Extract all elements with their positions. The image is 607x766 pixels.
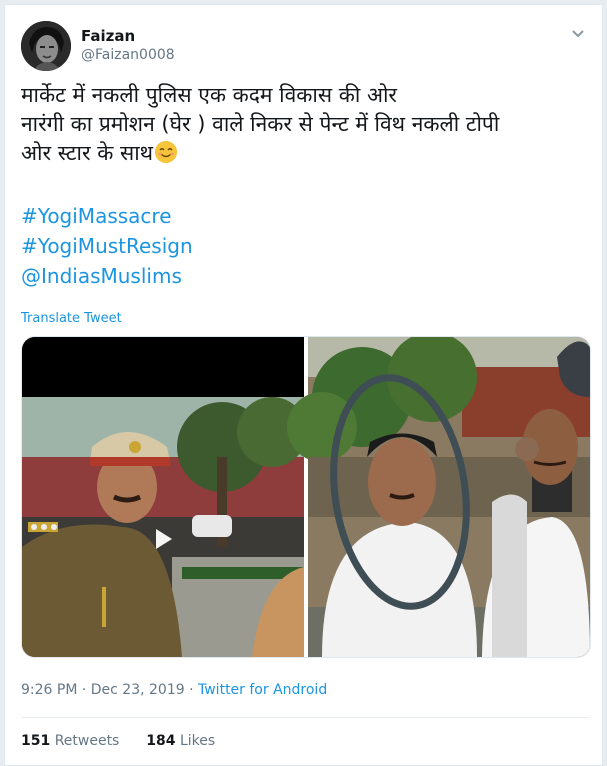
author-handle[interactable]: @Faizan0008 — [81, 47, 175, 63]
retweets-count: 151 — [21, 733, 51, 749]
tweet-line: मार्केट में नकली पुलिस एक कदम विकास की ओ… — [21, 83, 398, 107]
hashtag-link[interactable]: #YogiMassacre — [21, 201, 193, 231]
tweet-line: नारंगी का प्रमोशन (घेर ) वाले निकर से पे… — [21, 112, 500, 136]
retweets-label: Retweets — [54, 733, 120, 749]
hashtags: #YogiMassacre #YogiMustResign @IndiasMus… — [21, 201, 193, 291]
tweet-text: मार्केट में नकली पुलिस एक कदम विकास की ओ… — [21, 81, 591, 168]
media-images — [22, 337, 590, 657]
tweet-media[interactable] — [21, 336, 591, 658]
likes-count: 184 — [146, 733, 176, 749]
retweets-stat[interactable]: 151 Retweets — [21, 733, 119, 749]
tweet-line: ओर स्टार के साथ — [21, 139, 591, 168]
likes-stat[interactable]: 184 Likes — [146, 733, 215, 749]
hashtag-link[interactable]: #YogiMustResign — [21, 231, 193, 261]
tweet-meta: 9:26 PM · Dec 23, 2019 · Twitter for And… — [21, 682, 327, 698]
smiling-face-emoji-icon — [155, 141, 178, 163]
mention-link[interactable]: @IndiasMuslims — [21, 261, 193, 291]
tweet-stats: 151 Retweets 184 Likes — [21, 733, 215, 749]
translate-tweet-link[interactable]: Translate Tweet — [21, 311, 122, 326]
divider — [21, 717, 589, 718]
author-name[interactable]: Faizan — [81, 27, 135, 45]
tweet-timestamp[interactable]: 9:26 PM · Dec 23, 2019 · — [21, 682, 198, 698]
likes-label: Likes — [179, 733, 216, 749]
tweet-source-link[interactable]: Twitter for Android — [198, 682, 327, 698]
tweet-card: Faizan @Faizan0008 मार्केट में नकली पुलि… — [4, 4, 603, 766]
avatar[interactable] — [21, 21, 71, 71]
chevron-down-icon[interactable] — [571, 29, 585, 39]
avatar-image — [21, 21, 71, 71]
